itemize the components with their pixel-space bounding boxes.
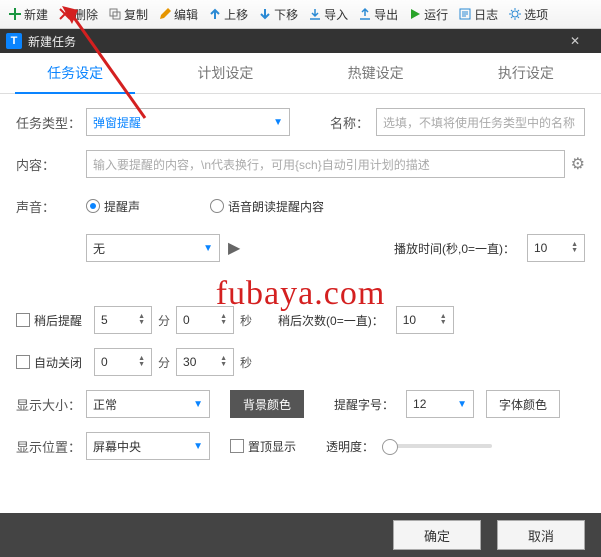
opacity-slider[interactable]	[382, 444, 492, 448]
checkbox-icon	[16, 355, 30, 369]
sound-combo[interactable]: 无▼	[86, 234, 220, 262]
position-combo[interactable]: 屏幕中央▼	[86, 432, 210, 460]
radio-dot-icon	[210, 199, 224, 213]
import-icon	[308, 7, 322, 21]
play-time-label: 播放时间(秒,0=一直)：	[394, 240, 515, 257]
gear-icon	[508, 7, 522, 21]
toolbar-movedown[interactable]: 下移	[254, 4, 302, 25]
toolbar-run[interactable]: 运行	[404, 4, 452, 25]
plus-icon	[8, 7, 22, 21]
close-icon[interactable]: ✕	[555, 29, 595, 53]
checkbox-icon	[230, 439, 244, 453]
topmost-check[interactable]: 置顶显示	[230, 438, 296, 455]
content-input[interactable]: 输入要提醒的内容，\n代表换行，可用{sch}自动引用计划的描述	[86, 150, 565, 178]
position-label: 显示位置：	[16, 437, 86, 456]
content-label: 内容：	[16, 155, 86, 174]
fontsize-label: 提醒字号：	[334, 396, 394, 413]
bgcolor-button[interactable]: 背景颜色	[230, 390, 304, 418]
sound-label: 声音：	[16, 197, 86, 216]
toolbar-copy[interactable]: 复制	[104, 4, 152, 25]
later-count-stepper[interactable]: 10▲▼	[396, 306, 454, 334]
autoclose-sec-stepper[interactable]: 30▲▼	[176, 348, 234, 376]
radio-dot-icon	[86, 199, 100, 213]
arrow-up-icon	[208, 7, 222, 21]
toolbar-log[interactable]: 日志	[454, 4, 502, 25]
toolbar-import[interactable]: 导入	[304, 4, 352, 25]
radio-tts[interactable]: 语音朗读提醒内容	[210, 198, 324, 215]
log-icon	[458, 7, 472, 21]
toolbar-options[interactable]: 选项	[504, 4, 552, 25]
later-check[interactable]: 稍后提醒	[16, 312, 82, 329]
toolbar-moveup[interactable]: 上移	[204, 4, 252, 25]
spinner-icon: ▲▼	[138, 314, 145, 326]
chevron-down-icon: ▼	[193, 441, 203, 452]
tab-bar: 任务设定 计划设定 热键设定 执行设定	[0, 53, 601, 94]
form-area: 任务类型： 弹窗提醒 ▼ 名称： 选填，不填将使用任务类型中的名称 内容： 输入…	[0, 94, 601, 460]
autoclose-check[interactable]: 自动关闭	[16, 354, 82, 371]
tab-task[interactable]: 任务设定	[0, 53, 150, 93]
tab-hotkey[interactable]: 热键设定	[301, 53, 451, 93]
later-min-stepper[interactable]: 5▲▼	[94, 306, 152, 334]
opacity-label: 透明度：	[326, 438, 374, 455]
ok-button[interactable]: 确定	[393, 520, 481, 550]
name-label: 名称：	[330, 113, 376, 132]
window-titlebar: T 新建任务 ✕	[0, 29, 601, 53]
chevron-down-icon: ▼	[193, 399, 203, 410]
export-icon	[358, 7, 372, 21]
toolbar-edit[interactable]: 编辑	[154, 4, 202, 25]
checkbox-icon	[16, 313, 30, 327]
spinner-icon: ▲▼	[440, 314, 447, 326]
size-combo[interactable]: 正常▼	[86, 390, 210, 418]
toolbar-export[interactable]: 导出	[354, 4, 402, 25]
play-time-stepper[interactable]: 10▲▼	[527, 234, 585, 262]
chevron-down-icon: ▼	[203, 243, 213, 254]
autoclose-min-stepper[interactable]: 0▲▼	[94, 348, 152, 376]
task-type-label: 任务类型：	[16, 113, 86, 132]
spinner-icon: ▲▼	[138, 356, 145, 368]
dialog-footer: 确定 取消	[0, 513, 601, 557]
chevron-down-icon: ▼	[457, 399, 467, 410]
fontcolor-button[interactable]: 字体颜色	[486, 390, 560, 418]
content-settings-icon[interactable]: ⚙	[571, 154, 585, 174]
window-title: 新建任务	[28, 33, 76, 50]
spinner-icon: ▲▼	[220, 314, 227, 326]
app-icon: T	[6, 33, 22, 49]
pencil-icon	[158, 7, 172, 21]
radio-sound[interactable]: 提醒声	[86, 198, 140, 215]
play-sound-button[interactable]: ▶	[220, 238, 248, 258]
name-input[interactable]: 选填，不填将使用任务类型中的名称	[376, 108, 585, 136]
later-sec-stepper[interactable]: 0▲▼	[176, 306, 234, 334]
later-count-label: 稍后次数(0=一直)：	[278, 312, 384, 329]
main-toolbar: 新建 删除 复制 编辑 上移 下移 导入 导出 运行 日志 选项	[0, 0, 601, 29]
copy-icon	[108, 7, 122, 21]
size-label: 显示大小：	[16, 395, 86, 414]
spinner-icon: ▲▼	[220, 356, 227, 368]
toolbar-delete[interactable]: 删除	[54, 4, 102, 25]
play-icon	[408, 7, 422, 21]
x-icon	[58, 7, 72, 21]
task-type-combo[interactable]: 弹窗提醒 ▼	[86, 108, 290, 136]
arrow-down-icon	[258, 7, 272, 21]
tab-exec[interactable]: 执行设定	[451, 53, 601, 93]
tab-plan[interactable]: 计划设定	[150, 53, 300, 93]
cancel-button[interactable]: 取消	[497, 520, 585, 550]
fontsize-combo[interactable]: 12▼	[406, 390, 474, 418]
toolbar-new[interactable]: 新建	[4, 4, 52, 25]
spinner-icon: ▲▼	[571, 242, 578, 254]
chevron-down-icon: ▼	[273, 117, 283, 128]
